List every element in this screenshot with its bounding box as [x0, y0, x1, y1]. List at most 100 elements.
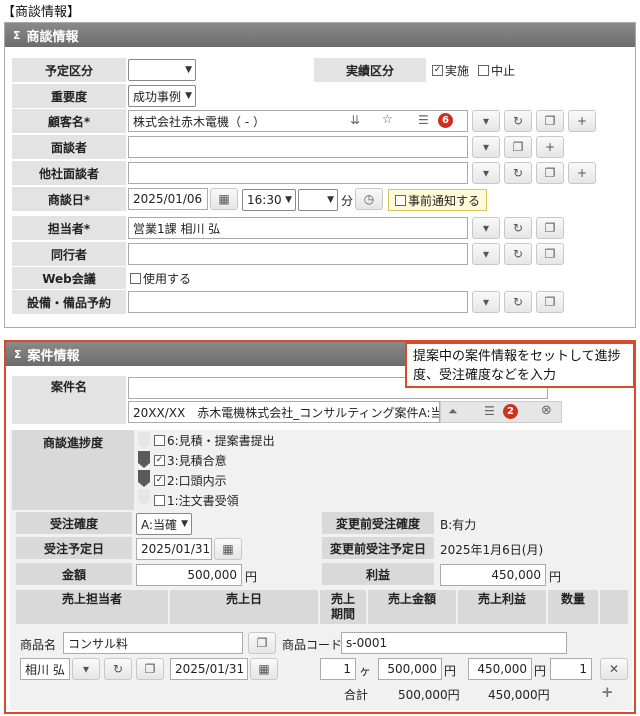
progress-step-2[interactable]: ✓ 2:口頭内示: [154, 472, 227, 489]
owner-dropdown-button[interactable]: ▾: [472, 217, 500, 239]
owner-input[interactable]: 営業1課 相川 弘: [128, 217, 468, 239]
clock-icon: ◷: [363, 192, 375, 206]
deal-date-input[interactable]: 2025/01/06: [128, 188, 208, 210]
owner-reset-button[interactable]: ↻: [504, 217, 532, 239]
list-check-icon[interactable]: ☰: [418, 113, 429, 127]
product-code-input[interactable]: s-0001: [341, 632, 567, 654]
other-contact-input[interactable]: [128, 162, 468, 184]
customer-dropdown-button[interactable]: ▾: [472, 110, 500, 132]
chevron-down-icon: ▾: [482, 247, 490, 261]
column-sales-period: 売上期間: [320, 590, 366, 624]
other-contact-reset-button[interactable]: ↻: [504, 162, 532, 184]
plus-icon: +: [576, 166, 588, 180]
order-certainty-select[interactable]: A:当確 ▼: [136, 513, 192, 535]
refresh-icon: ↻: [512, 295, 524, 309]
profit-input[interactable]: 450,000: [440, 564, 546, 586]
progress-arrow-6: [138, 432, 150, 449]
collapse-icon[interactable]: Σ: [14, 348, 22, 361]
list-check-icon[interactable]: ☰: [484, 404, 495, 418]
companion-dropdown-button[interactable]: ▾: [472, 243, 500, 265]
sales-amount-input[interactable]: 500,000: [378, 658, 442, 680]
collapse-icon[interactable]: Σ: [13, 29, 21, 42]
sales-person-reset-button[interactable]: ↻: [104, 658, 132, 680]
customer-add-button[interactable]: +: [568, 110, 596, 132]
progress-arrows: [138, 432, 150, 506]
page-caption: 【商談情報】: [2, 5, 81, 20]
quantity-input[interactable]: 1: [550, 658, 592, 680]
customer-copy-button[interactable]: ❐: [536, 110, 564, 132]
checkbox-icon: [154, 495, 165, 506]
add-row-icon[interactable]: +: [601, 683, 614, 701]
customer-reset-button[interactable]: ↻: [504, 110, 532, 132]
checkbox-icon: [130, 272, 141, 284]
equipment-input[interactable]: [128, 291, 468, 313]
order-date-label: 受注予定日: [16, 537, 132, 559]
chevron-down-icon: ▼: [185, 65, 192, 75]
equipment-copy-button[interactable]: ❐: [536, 291, 564, 313]
contact-input[interactable]: [128, 136, 468, 158]
other-contact-copy-button[interactable]: ❐: [536, 162, 564, 184]
deal-panel-header[interactable]: Σ 商談情報: [5, 23, 635, 47]
star-icon[interactable]: ☆: [382, 112, 393, 126]
customer-input[interactable]: 株式会社赤木電機（ - ）: [128, 110, 468, 132]
companion-input[interactable]: [128, 243, 468, 265]
result-cancel-checkbox[interactable]: 中止: [478, 61, 515, 79]
clear-icon[interactable]: ⊗: [541, 403, 552, 418]
progress-label: 商談進捗度: [12, 430, 134, 510]
progress-step-1[interactable]: 1:注文書受領: [154, 492, 239, 509]
sales-profit-unit: 円: [534, 664, 547, 678]
checkbox-icon: [395, 194, 406, 206]
companion-reset-button[interactable]: ↻: [504, 243, 532, 265]
case-selected-value[interactable]: 20XX/XX 赤木電機株式会社_コンサルティング案件A:当確: [128, 401, 440, 423]
order-certainty-label: 受注確度: [16, 512, 132, 534]
contact-add-button[interactable]: +: [536, 136, 564, 158]
sales-date-input[interactable]: 2025/01/31: [170, 658, 248, 680]
order-date-input[interactable]: 2025/01/31: [136, 538, 212, 560]
sales-person-input[interactable]: 相川 弘: [20, 658, 70, 680]
product-name-input[interactable]: コンサル料: [63, 632, 243, 654]
deal-date-label: 商談日*: [12, 187, 126, 211]
contact-copy-button[interactable]: ❐: [504, 136, 532, 158]
prev-order-date-value: 2025年1月6日(月): [440, 543, 544, 557]
filter-icon[interactable]: ⇊: [350, 113, 360, 127]
order-date-picker-button[interactable]: ▦: [214, 538, 242, 560]
clock-button[interactable]: ◷: [355, 188, 383, 210]
calendar-icon: ▦: [222, 542, 234, 556]
scheduled-category-select[interactable]: ▼: [128, 59, 196, 81]
equipment-label: 設備・備品予約: [12, 290, 126, 314]
companion-copy-button[interactable]: ❐: [536, 243, 564, 265]
sales-profit-input[interactable]: 450,000: [468, 658, 532, 680]
importance-label: 重要度: [12, 84, 126, 108]
period-unit: ヶ: [359, 664, 372, 678]
deal-minute-select[interactable]: ▼: [298, 189, 338, 211]
equipment-reset-button[interactable]: ↻: [504, 291, 532, 313]
deal-time-select[interactable]: 16:30 ▼: [242, 189, 296, 211]
contact-dropdown-button[interactable]: ▾: [472, 136, 500, 158]
web-meeting-label: Web会議: [12, 267, 126, 289]
sales-date-picker-button[interactable]: ▦: [250, 658, 278, 680]
web-meeting-checkbox[interactable]: 使用する: [130, 269, 191, 287]
importance-select[interactable]: 成功事例 ▼: [128, 85, 196, 107]
move-up-icon[interactable]: ⏶: [448, 404, 458, 419]
copy-icon: ❐: [256, 636, 268, 650]
remove-row-button[interactable]: ✕: [600, 658, 628, 680]
sales-person-dropdown-button[interactable]: ▾: [72, 658, 100, 680]
equipment-dropdown-button[interactable]: ▾: [472, 291, 500, 313]
deal-date-picker-button[interactable]: ▦: [210, 188, 238, 210]
advance-notify-checkbox[interactable]: 事前通知する: [388, 189, 488, 211]
refresh-icon: ↻: [512, 247, 524, 261]
owner-copy-button[interactable]: ❐: [536, 217, 564, 239]
other-contact-dropdown-button[interactable]: ▾: [472, 162, 500, 184]
chevron-down-icon: ▾: [482, 114, 490, 128]
progress-step-3[interactable]: ✓ 3:見積合意: [154, 452, 227, 469]
copy-icon: ❐: [512, 140, 524, 154]
amount-input[interactable]: 500,000: [136, 564, 242, 586]
sales-person-copy-button[interactable]: ❐: [136, 658, 164, 680]
column-quantity: 数量: [548, 590, 598, 624]
result-done-checkbox[interactable]: ✓ 実施: [432, 61, 469, 79]
sales-period-input[interactable]: 1: [320, 658, 356, 680]
other-contact-add-button[interactable]: +: [568, 162, 596, 184]
progress-step-6[interactable]: 6:見積・提案書提出: [154, 432, 275, 449]
total-amount: 500,000円: [398, 688, 460, 702]
product-copy-button[interactable]: ❐: [248, 632, 276, 654]
